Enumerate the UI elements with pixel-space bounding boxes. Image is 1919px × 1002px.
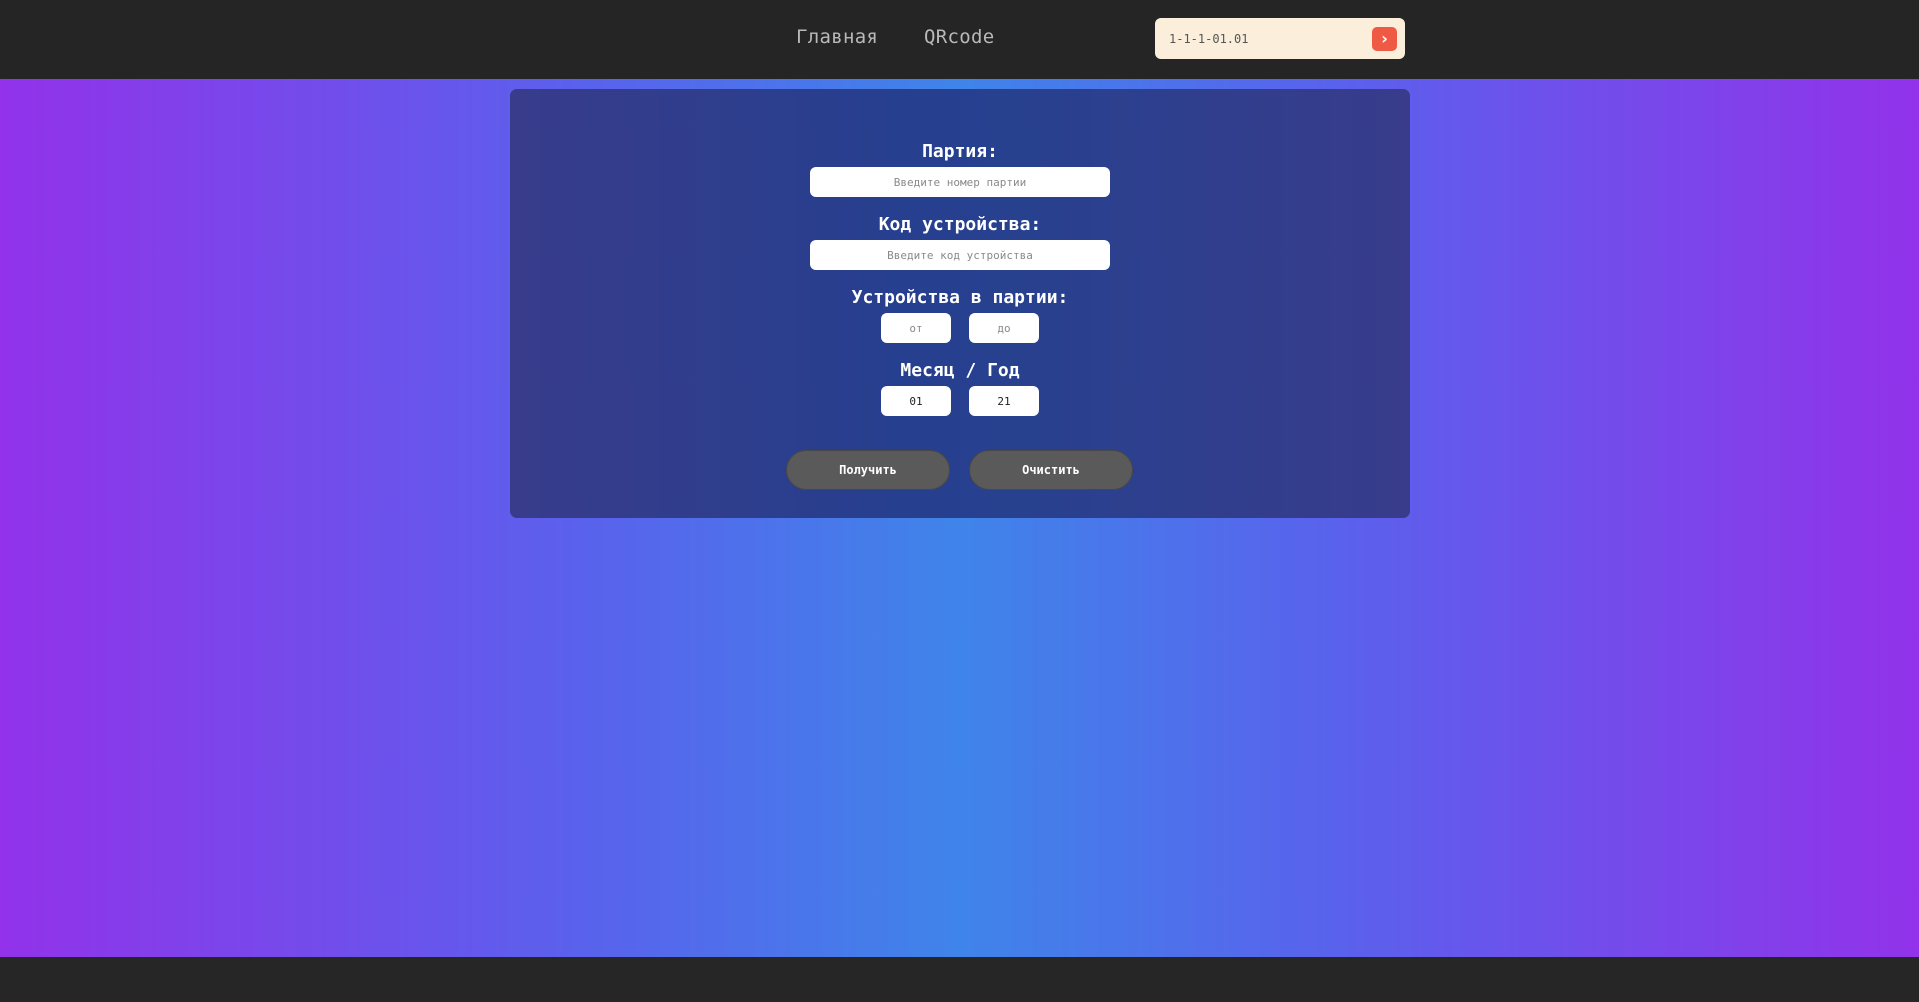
devices-in-party-label: Устройства в партии: bbox=[851, 287, 1069, 308]
footer-bar bbox=[0, 957, 1919, 1002]
search-input[interactable] bbox=[1169, 29, 1359, 49]
search-box: › bbox=[1155, 18, 1405, 59]
device-code-input[interactable] bbox=[810, 240, 1110, 270]
form-panel: Партия: Код устройства: Устройства в пар… bbox=[510, 89, 1410, 518]
month-year-label: Месяц / Год bbox=[900, 360, 1020, 381]
device-code-label: Код устройства: bbox=[878, 214, 1042, 235]
party-label: Партия: bbox=[922, 141, 998, 162]
nav-link-home[interactable]: Главная bbox=[796, 26, 878, 48]
get-button[interactable]: Получить bbox=[786, 450, 950, 490]
party-input[interactable] bbox=[810, 167, 1110, 197]
month-input[interactable] bbox=[881, 386, 951, 416]
clear-button[interactable]: Очистить bbox=[969, 450, 1133, 490]
top-navigation-bar: Главная QRcode › bbox=[0, 0, 1919, 79]
search-submit-button[interactable]: › bbox=[1372, 27, 1397, 51]
devices-from-input[interactable] bbox=[881, 313, 951, 343]
nav-link-qrcode[interactable]: QRcode bbox=[924, 26, 994, 48]
devices-to-input[interactable] bbox=[969, 313, 1039, 343]
chevron-right-icon: › bbox=[1381, 29, 1388, 48]
year-input[interactable] bbox=[969, 386, 1039, 416]
main-content-area: Партия: Код устройства: Устройства в пар… bbox=[0, 79, 1919, 957]
